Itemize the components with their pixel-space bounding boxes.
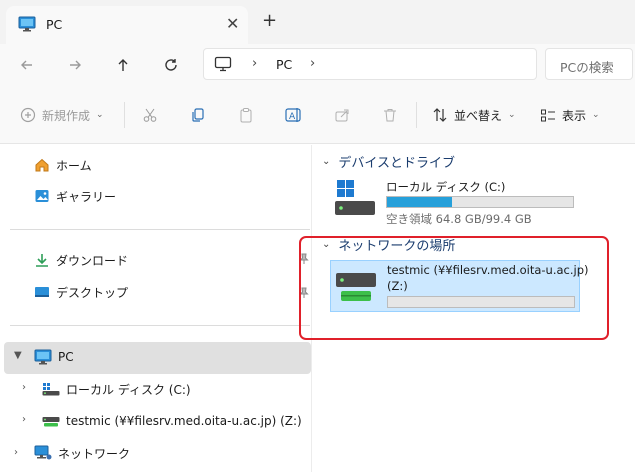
drive-tile-local[interactable]: ローカル ディスク (C:) 空き領域 64.8 GB/99.4 GB	[330, 175, 580, 227]
cut-icon[interactable]	[140, 105, 160, 125]
title-bar: PC ✕ +	[0, 0, 635, 44]
plus-circle-icon	[20, 107, 36, 123]
new-label: 新規作成	[42, 108, 91, 123]
sort-button[interactable]: 並べ替え ⌄	[432, 102, 516, 128]
share-icon[interactable]	[332, 105, 352, 125]
paste-icon[interactable]	[236, 105, 256, 125]
new-button[interactable]: 新規作成 ⌄	[20, 102, 104, 128]
group-title: デバイスとドライブ	[338, 156, 456, 171]
chevron-down-icon: ⌄	[96, 110, 104, 120]
breadcrumb-pc[interactable]: PC	[276, 57, 292, 72]
plus-icon[interactable]: +	[262, 12, 277, 30]
sidebar-item-network-drive[interactable]: testmic (¥¥filesrv.med.oita-u.ac.jp) (Z:…	[42, 407, 302, 435]
sidebar-item-label: デスクトップ	[56, 285, 129, 300]
arrow-up-icon[interactable]	[110, 52, 136, 78]
close-icon[interactable]: ✕	[226, 14, 239, 33]
sidebar-item-label: PC	[58, 350, 74, 364]
svg-text:A: A	[289, 112, 296, 122]
navigation-pane: ホーム ギャラリー ダウンロード デスクトップ ▼ PC › ローカル ディスク…	[0, 145, 311, 472]
tab-pc[interactable]: PC ✕	[6, 6, 248, 44]
sidebar-item-local-disk[interactable]: ローカル ディスク (C:)	[42, 375, 191, 403]
divider	[416, 102, 417, 128]
chevron-down-icon[interactable]: ▼	[14, 350, 22, 361]
sidebar-item-network[interactable]: ネットワーク	[34, 439, 130, 467]
sidebar-item-label: ローカル ディスク (C:)	[66, 382, 191, 397]
divider	[10, 325, 310, 326]
sidebar-item-label: ネットワーク	[58, 446, 131, 461]
view-button[interactable]: 表示 ⌄	[540, 102, 600, 128]
sidebar-item-desktop[interactable]: デスクトップ	[34, 278, 128, 306]
windows-drive-icon	[335, 180, 375, 215]
breadcrumb-separator: ›	[252, 56, 258, 71]
view-icon	[541, 109, 555, 122]
arrow-left-icon[interactable]	[14, 52, 40, 78]
sidebar-item-home[interactable]: ホーム	[34, 151, 92, 179]
sidebar-item-label: ギャラリー	[56, 189, 117, 204]
chevron-down-icon: ⌄	[322, 156, 331, 167]
download-icon	[36, 254, 48, 267]
network-drive-icon	[42, 417, 60, 427]
command-bar: 新規作成 ⌄ A 並べ替え ⌄ 表示 ⌄	[0, 86, 635, 144]
home-icon	[35, 158, 49, 172]
search-placeholder: PCの検索	[560, 60, 614, 75]
sidebar-item-label: testmic (¥¥filesrv.med.oita-u.ac.jp) (Z:…	[66, 414, 302, 428]
chevron-right-icon[interactable]: ›	[22, 414, 26, 425]
sidebar-item-gallery[interactable]: ギャラリー	[34, 182, 116, 210]
sidebar-item-label: ホーム	[56, 158, 92, 173]
group-devices[interactable]: ⌄ デバイスとドライブ	[322, 152, 455, 171]
address-row: › PC › PCの検索	[0, 44, 635, 86]
computer-icon	[18, 16, 36, 35]
drive-icon	[42, 383, 60, 396]
chevron-down-icon: ⌄	[592, 110, 600, 120]
network-icon	[34, 445, 52, 460]
highlight-annotation	[299, 236, 609, 340]
address-bar[interactable]: › PC ›	[203, 48, 537, 80]
rename-icon[interactable]: A	[284, 105, 304, 125]
refresh-icon[interactable]	[158, 52, 184, 78]
chevron-down-icon: ⌄	[508, 110, 516, 120]
chevron-right-icon[interactable]: ›	[22, 382, 26, 393]
monitor-icon	[214, 56, 232, 75]
sidebar-item-label: ダウンロード	[56, 253, 129, 268]
sort-label: 並べ替え	[454, 108, 503, 123]
sort-icon	[433, 108, 447, 122]
view-label: 表示	[562, 108, 587, 123]
desktop-icon	[35, 287, 49, 297]
drive-usage-bar	[386, 196, 574, 208]
drive-name: ローカル ディスク (C:)	[386, 180, 506, 194]
gallery-icon	[35, 190, 49, 202]
arrow-right-icon[interactable]	[62, 52, 88, 78]
divider	[10, 229, 310, 230]
delete-icon[interactable]	[380, 105, 400, 125]
divider	[124, 102, 125, 128]
content-pane: ⌄ デバイスとドライブ ローカル ディスク (C:) 空き領域 64.8 GB/…	[299, 145, 635, 472]
sidebar-item-pc[interactable]: PC	[34, 343, 74, 371]
copy-icon[interactable]	[188, 105, 208, 125]
search-input[interactable]: PCの検索	[545, 48, 633, 80]
drive-usage-fill	[387, 197, 453, 207]
drive-free-space: 空き領域 64.8 GB/99.4 GB	[386, 212, 532, 226]
computer-icon	[34, 349, 52, 365]
sidebar-item-downloads[interactable]: ダウンロード	[34, 246, 128, 274]
tab-title: PC	[46, 17, 63, 32]
breadcrumb-separator[interactable]: ›	[310, 56, 315, 71]
chevron-right-icon[interactable]: ›	[14, 447, 18, 458]
